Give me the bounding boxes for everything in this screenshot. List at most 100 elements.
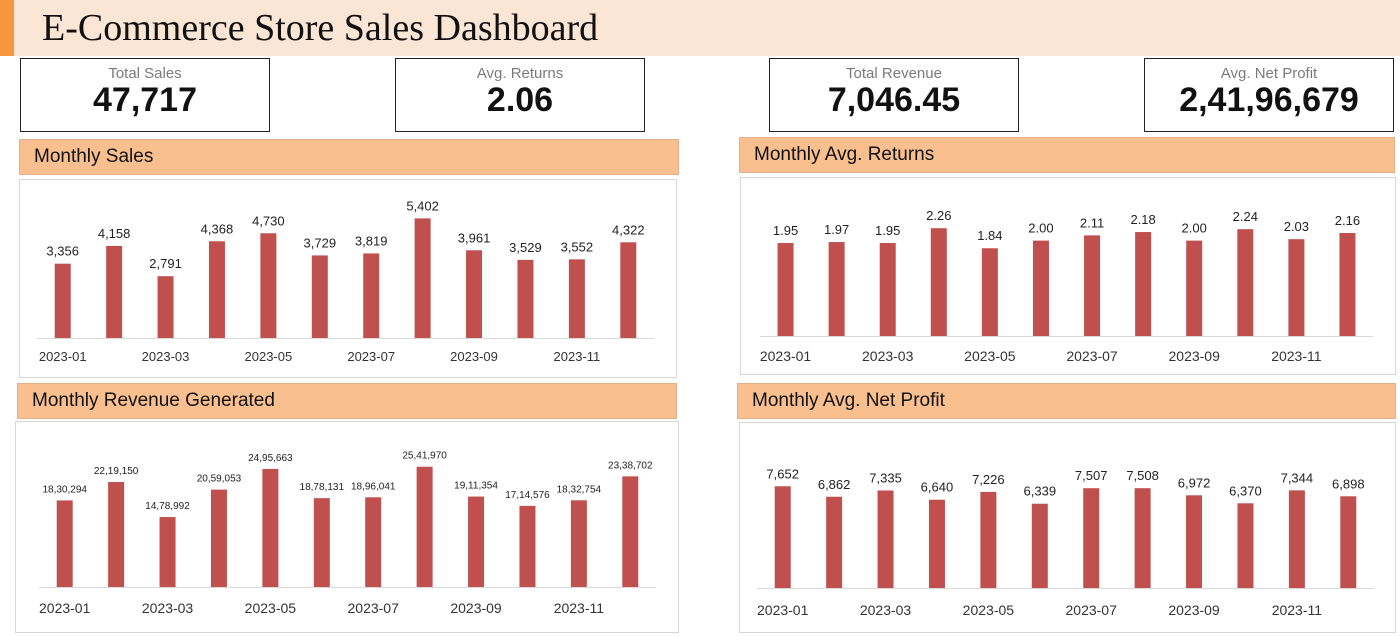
bar-2023-06: [313, 498, 330, 587]
x-tick-label: 2023-11: [1271, 348, 1322, 364]
data-label: 7,335: [869, 470, 902, 485]
bar-2023-04: [930, 228, 947, 336]
page-title: E-Commerce Store Sales Dashboard: [42, 7, 599, 49]
data-label: 6,640: [921, 480, 954, 495]
bar-2023-07: [1084, 235, 1101, 336]
bar-2023-07: [1083, 488, 1100, 588]
data-label: 24,95,663: [248, 453, 293, 464]
data-label: 19,11,354: [454, 481, 498, 492]
bar-2023-05: [262, 468, 279, 587]
x-tick-label: 2023-03: [860, 602, 912, 618]
data-label: 1.84: [977, 228, 1002, 243]
data-label: 17,14,576: [505, 490, 550, 501]
x-tick-label: 2023-09: [1169, 348, 1221, 364]
data-label: 23,38,702: [608, 460, 653, 471]
kpi-label: Total Sales: [108, 65, 182, 82]
monthly-avg-returns-svg: 1.95 1.97 1.95 2.26 1.84 2.00 2.11 2.18 2.00 2.24…: [760, 208, 1373, 364]
kpi-total-revenue: Total Revenue 7,046.45: [769, 58, 1019, 132]
kpi-value: 7,046.45: [827, 81, 961, 119]
bar-2023-01: [774, 486, 791, 588]
data-label: 7,652: [766, 466, 799, 481]
data-label: 2.26: [926, 208, 951, 223]
data-label: 3,729: [304, 235, 337, 250]
bar-2023-01: [56, 500, 73, 587]
data-label: 7,507: [1075, 468, 1108, 483]
bar-2023-03: [879, 243, 896, 336]
data-label: 6,898: [1332, 476, 1365, 491]
data-label: 7,508: [1126, 468, 1159, 483]
chart-monthly-avg-net-profit: 7,652 6,862 7,335 6,640 7,226 6,339 7,507 7,508…: [739, 422, 1396, 633]
bar-2023-10: [1237, 229, 1254, 336]
x-tick-label: 2023-07: [347, 349, 395, 364]
data-label: 25,41,970: [402, 451, 447, 462]
header-monthly-revenue: Monthly Revenue Generated: [17, 383, 677, 419]
x-tick-label: 2023-09: [450, 349, 498, 364]
x-tick-label: 2023-09: [450, 600, 502, 616]
x-tick-label: 2023-07: [348, 600, 400, 616]
data-label: 18,30,294: [42, 484, 87, 495]
kpi-value: 2.06: [486, 81, 554, 119]
bar-2023-03: [877, 490, 894, 588]
bar-2023-08: [1134, 488, 1151, 588]
bar-2023-05: [981, 248, 998, 336]
x-tick-label: 2023-05: [964, 348, 1016, 364]
bar-2023-06: [1031, 503, 1048, 588]
data-label: 2,791: [149, 256, 182, 271]
data-label: 1.97: [824, 222, 849, 237]
bar-2023-11: [1288, 490, 1305, 588]
chart-monthly-avg-returns: 1.95 1.97 1.95 2.26 1.84 2.00 2.11 2.18 2.00 2.24…: [740, 177, 1396, 375]
bar-2023-07: [365, 497, 382, 587]
bar-2023-12: [622, 476, 639, 587]
bar-2023-03: [157, 276, 174, 338]
bar-2023-01: [54, 263, 71, 338]
bar-2023-02: [828, 242, 845, 336]
bar-2023-01: [777, 243, 794, 336]
monthly-sales-svg: 3,356 4,158 2,791 4,368 4,730 3,729 3,819 5,402…: [37, 198, 654, 364]
kpi-value: 47,717: [93, 81, 197, 119]
kpi-total-sales: Total Sales 47,717: [20, 58, 270, 132]
data-label: 2.24: [1233, 209, 1258, 224]
data-label: 3,819: [355, 233, 388, 248]
bar-2023-07: [363, 253, 380, 338]
data-label: 22,19,150: [94, 466, 139, 477]
x-tick-label: 2023-01: [757, 602, 809, 618]
kpi-value: 2,41,96,679: [1179, 81, 1359, 119]
x-tick-label: 2023-03: [142, 600, 194, 616]
bar-2023-12: [1339, 232, 1356, 336]
bar-2023-09: [468, 496, 485, 587]
x-tick-label: 2023-11: [554, 349, 601, 364]
header-monthly-sales: Monthly Sales: [19, 139, 679, 175]
x-tick-label: 2023-01: [39, 349, 87, 364]
bar-2023-06: [1032, 240, 1049, 336]
data-label: 2.00: [1182, 221, 1207, 236]
data-label: 18,78,131: [300, 482, 345, 493]
data-label: 4,368: [201, 221, 234, 236]
x-tick-label: 2023-05: [245, 600, 297, 616]
kpi-label: Avg. Returns: [476, 65, 564, 82]
bar-2023-10: [519, 505, 536, 587]
bar-2023-05: [980, 491, 997, 588]
data-label: 1.95: [875, 223, 900, 238]
data-label: 18,32,754: [557, 484, 602, 495]
header-monthly-avg-net-profit: Monthly Avg. Net Profit: [737, 383, 1396, 419]
kpi-label: Total Revenue: [846, 65, 942, 82]
x-tick-label: 2023-07: [1066, 348, 1118, 364]
data-label: 3,961: [458, 230, 491, 245]
data-label: 20,59,053: [197, 474, 242, 485]
title-bar: E-Commerce Store Sales Dashboard: [0, 0, 1400, 56]
bar-2023-10: [517, 259, 534, 338]
data-label: 7,344: [1281, 470, 1314, 485]
data-label: 4,158: [98, 226, 131, 241]
data-label: 3,356: [46, 244, 79, 259]
chart-monthly-revenue: 18,30,294 22,19,150 14,78,992 20,59,053 24,9…: [15, 421, 679, 633]
kpi-avg-net-profit: Avg. Net Profit 2,41,96,679: [1144, 58, 1394, 132]
bar-2023-06: [311, 255, 328, 338]
bar-2023-08: [414, 218, 431, 338]
monthly-revenue-svg: 18,30,294 22,19,150 14,78,992 20,59,053 24,9…: [39, 451, 656, 616]
x-tick-label: 2023-05: [963, 602, 1015, 618]
bar-2023-11: [570, 500, 587, 587]
data-label: 2.16: [1335, 213, 1360, 228]
bar-2023-02: [108, 482, 125, 587]
bar-2023-10: [1237, 503, 1254, 588]
bar-2023-05: [260, 233, 277, 338]
